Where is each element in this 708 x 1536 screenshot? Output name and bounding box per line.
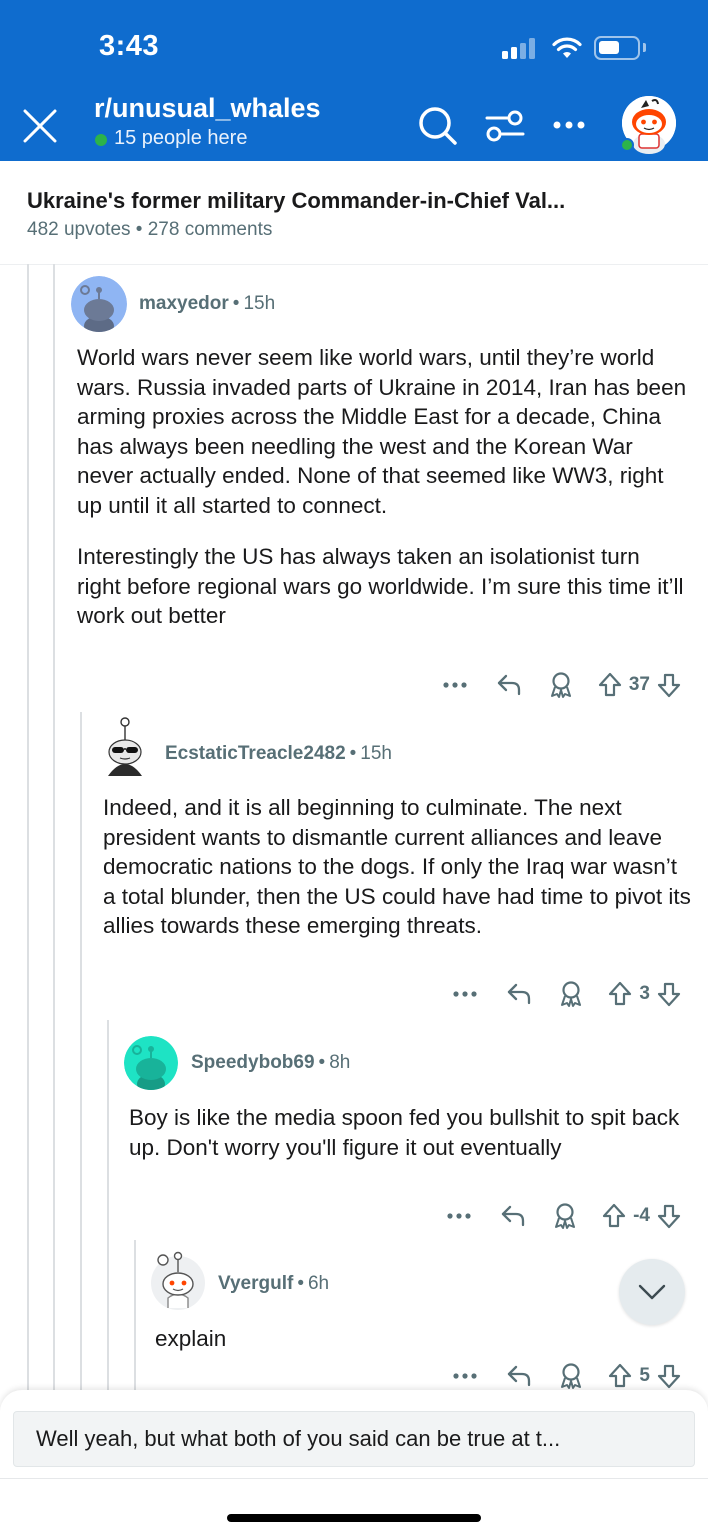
- avatar[interactable]: [124, 1036, 178, 1090]
- comment-time: 6h: [307, 1273, 330, 1294]
- divider: [0, 264, 708, 265]
- comment-author[interactable]: EcstaticTreacle2482: [165, 743, 346, 764]
- comment-actions: 5: [453, 1361, 682, 1391]
- vote-score: 5: [639, 1365, 650, 1386]
- comment-author-line: EcstaticTreacle2482 • 15h: [165, 743, 392, 764]
- more-icon[interactable]: [443, 670, 467, 700]
- chevron-down-icon: [638, 1284, 666, 1300]
- thread-line[interactable]: [134, 1240, 136, 1390]
- downvote-icon[interactable]: [656, 1361, 682, 1391]
- upvote-icon[interactable]: [601, 1201, 627, 1231]
- avatar[interactable]: [151, 1248, 205, 1310]
- comment-author[interactable]: maxyedor: [139, 293, 229, 314]
- vote-score: 3: [639, 983, 650, 1004]
- post-title[interactable]: Ukraine's former military Commander-in-C…: [27, 188, 565, 214]
- downvote-icon[interactable]: [656, 670, 682, 700]
- comment-time: 15h: [360, 743, 392, 764]
- comment-paragraph: World wars never seem like world wars, u…: [77, 345, 687, 518]
- upvote-icon[interactable]: [607, 979, 633, 1009]
- subreddit-name[interactable]: r/unusual_whales: [94, 93, 321, 124]
- online-count: 15 people here: [114, 127, 248, 149]
- close-icon[interactable]: [20, 106, 60, 146]
- upvote-icon[interactable]: [607, 1361, 633, 1391]
- comment-paragraph: explain: [155, 1326, 227, 1351]
- vote-score: -4: [633, 1205, 650, 1226]
- comment-actions: -4: [447, 1201, 682, 1231]
- comment-paragraph: Interestingly the US has always taken an…: [77, 544, 684, 628]
- reply-icon[interactable]: [505, 1361, 533, 1391]
- reply-draft-field[interactable]: Well yeah, but what both of you said can…: [13, 1411, 695, 1467]
- avatar[interactable]: [98, 716, 152, 778]
- downvote-icon[interactable]: [656, 1201, 682, 1231]
- wifi-icon: [552, 37, 582, 58]
- thread-line[interactable]: [27, 264, 29, 1390]
- reply-icon[interactable]: [505, 979, 533, 1009]
- comment-author[interactable]: Vyergulf: [218, 1273, 293, 1294]
- comment-time: 8h: [329, 1052, 351, 1073]
- comment-author-line: Speedybob69 • 8h: [191, 1052, 351, 1073]
- reply-icon[interactable]: [499, 1201, 527, 1231]
- award-icon[interactable]: [547, 670, 575, 700]
- vote-score: 37: [628, 674, 650, 695]
- more-icon[interactable]: [453, 1361, 478, 1391]
- divider: [0, 1478, 708, 1479]
- comment-author[interactable]: Speedybob69: [191, 1052, 315, 1073]
- more-options-icon[interactable]: [548, 110, 590, 140]
- award-icon[interactable]: [557, 979, 585, 1009]
- comment-body: explain: [155, 1324, 595, 1354]
- app-header: 3:43 r/unusual_whales 15 people here: [0, 0, 708, 161]
- upvote-icon[interactable]: [597, 670, 623, 700]
- more-icon[interactable]: [447, 1201, 471, 1231]
- avatar[interactable]: [71, 276, 127, 332]
- home-indicator[interactable]: [227, 1514, 481, 1522]
- status-time: 3:43: [99, 30, 160, 62]
- thread-line[interactable]: [53, 264, 55, 1390]
- thread-line[interactable]: [107, 1020, 109, 1390]
- battery-tip: [643, 43, 646, 52]
- online-indicator: [95, 134, 107, 146]
- comment-body: World wars never seem like world wars, u…: [77, 343, 687, 631]
- comment-time: 15h: [243, 293, 276, 314]
- comment-author-line: maxyedor • 15h: [139, 293, 276, 314]
- search-icon[interactable]: [416, 104, 460, 148]
- filter-icon[interactable]: [484, 106, 526, 146]
- comment-body: Indeed, and it is all beginning to culmi…: [103, 793, 693, 941]
- more-icon[interactable]: [453, 979, 478, 1009]
- comment-actions: 37: [443, 670, 682, 700]
- scroll-to-next-button[interactable]: [619, 1259, 685, 1325]
- comment-body: Boy is like the media spoon fed you bull…: [129, 1103, 689, 1162]
- comment-author-line: Vyergulf • 6h: [218, 1273, 330, 1294]
- award-icon[interactable]: [557, 1361, 585, 1391]
- comment-paragraph: Indeed, and it is all beginning to culmi…: [103, 795, 691, 938]
- avatar-online-indicator: [620, 138, 634, 152]
- comment-actions: 3: [453, 979, 682, 1009]
- thread-line[interactable]: [80, 712, 82, 1390]
- cellular-signal-icon: [502, 37, 542, 59]
- battery-icon: [594, 36, 640, 60]
- reply-icon[interactable]: [495, 670, 523, 700]
- award-icon[interactable]: [551, 1201, 579, 1231]
- post-meta: 482 upvotes • 278 comments: [27, 219, 273, 240]
- downvote-icon[interactable]: [656, 979, 682, 1009]
- comment-paragraph: Boy is like the media spoon fed you bull…: [129, 1105, 680, 1160]
